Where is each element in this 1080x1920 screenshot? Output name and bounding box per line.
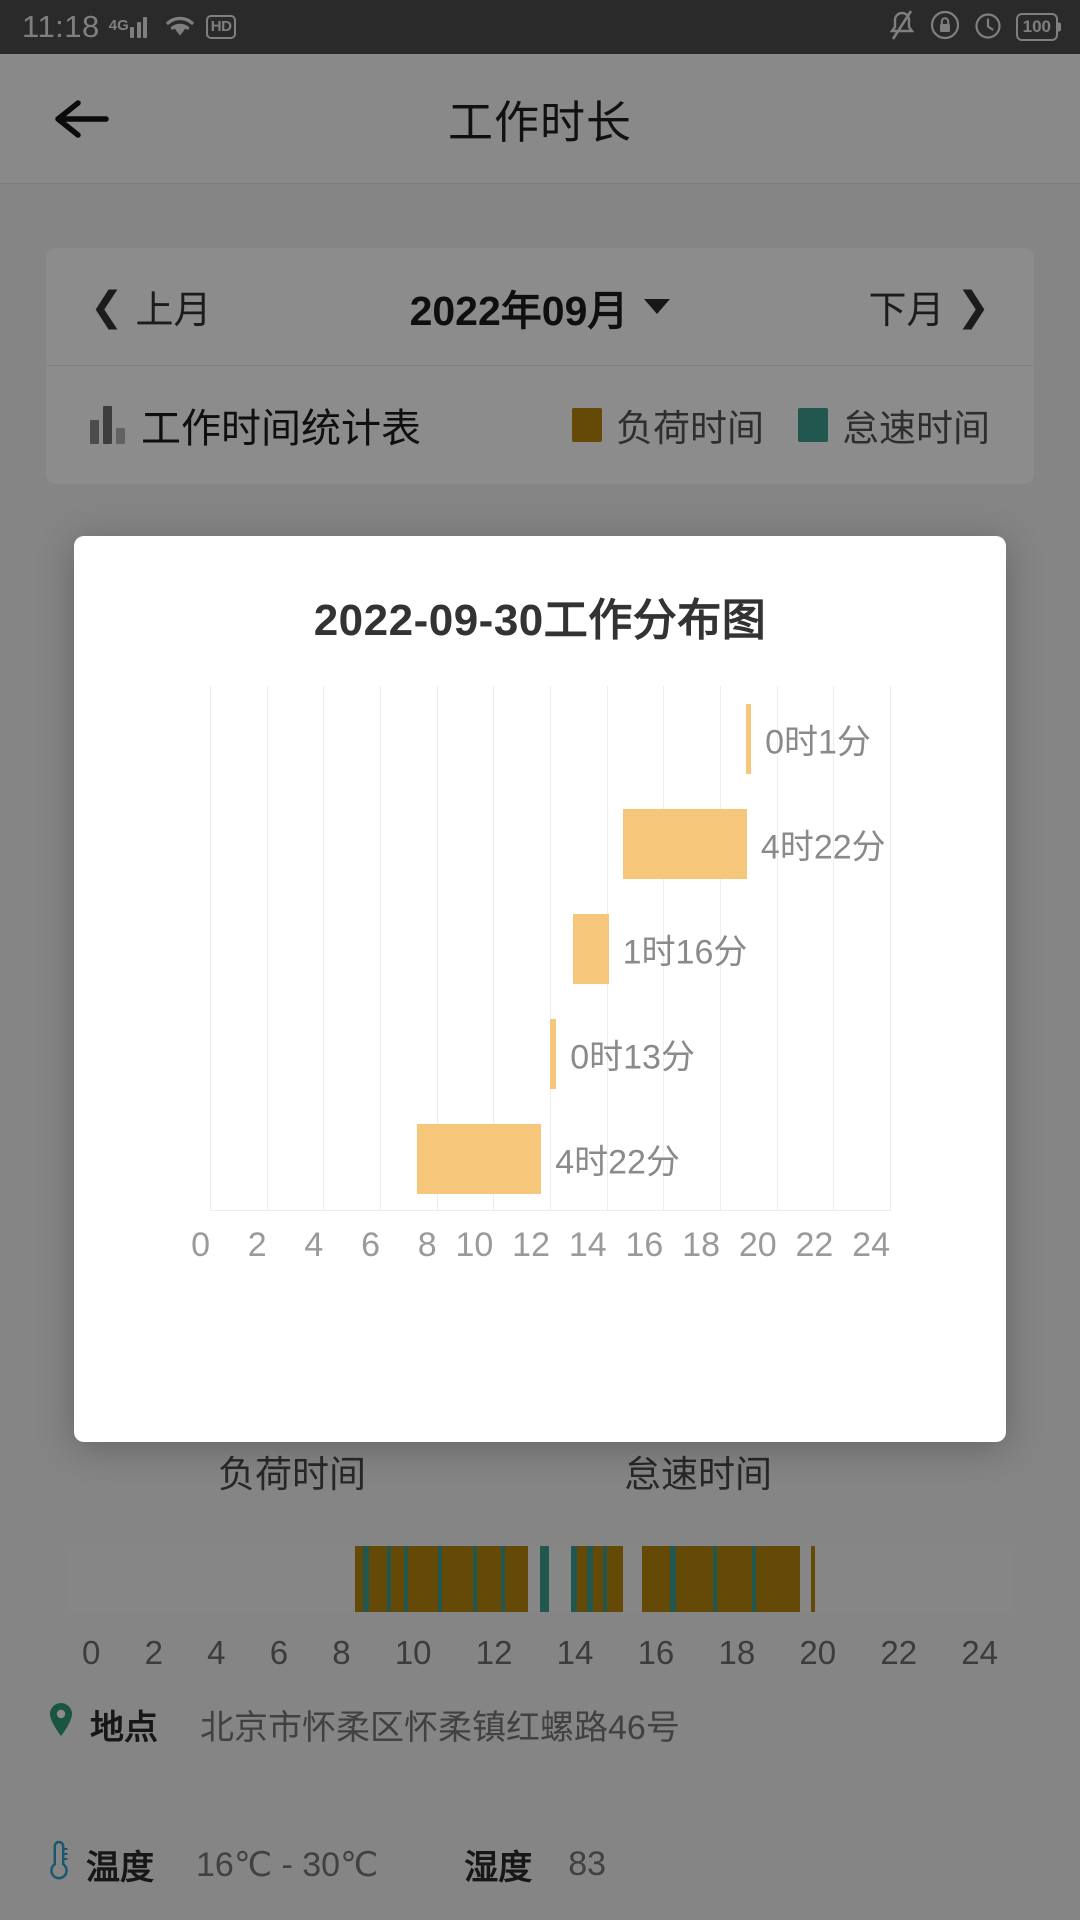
chart-bar-label: 0时1分 <box>765 723 871 761</box>
chart-x-tick-label: 2 <box>247 1226 267 1264</box>
chart-x-tick-label: 20 <box>738 1226 777 1264</box>
chart-gridline <box>266 686 268 1211</box>
work-distribution-dialog: 2022-09-30工作分布图 0时1分 4时22分 1时16分 0时13分 4时22分… <box>74 536 1006 1442</box>
distribution-chart: 0时1分 4时22分 1时16分 0时13分 4时22分 <box>210 686 891 1211</box>
chart-gridline <box>890 686 891 1211</box>
chart-gridline <box>550 686 551 1211</box>
chart-x-tick-label: 6 <box>361 1226 381 1264</box>
chart-x-tick-label: 16 <box>625 1226 664 1264</box>
chart-x-tick-label: 4 <box>304 1226 324 1264</box>
chart-x-tick-label: 24 <box>852 1226 891 1264</box>
chart-bar-label: 4时22分 <box>555 1143 680 1181</box>
chart-bar[interactable] <box>746 703 752 774</box>
chart-gridline <box>380 686 381 1211</box>
chart-gridline <box>776 686 778 1211</box>
chart-bar-label: 4时22分 <box>760 828 886 866</box>
chart-gridline <box>833 686 835 1211</box>
chart-x-tick-label: 14 <box>568 1226 607 1264</box>
chart-x-tick-label: 0 <box>191 1226 211 1264</box>
chart-bar[interactable] <box>623 808 747 879</box>
phone-screen: 11:18 4G HD 100 工作时长 ❮ 上月 2022年09月 下月 ❯ … <box>0 0 1080 1920</box>
chart-gridline <box>323 686 325 1211</box>
chart-bar-label: 1时16分 <box>622 933 748 971</box>
chart-x-tick-label: 8 <box>417 1226 437 1264</box>
dialog-title: 2022-09-30工作分布图 <box>313 596 767 645</box>
chart-bar[interactable] <box>417 1123 542 1194</box>
chart-bar[interactable] <box>572 913 609 984</box>
chart-bar-label: 0时13分 <box>570 1038 695 1076</box>
chart-x-tick-label: 18 <box>682 1226 721 1264</box>
chart-x-tick-label: 10 <box>455 1226 494 1264</box>
chart-gridline <box>210 686 211 1211</box>
chart-bar[interactable] <box>550 1018 557 1089</box>
chart-x-tick-label: 22 <box>795 1226 834 1264</box>
chart-x-tick-label: 12 <box>512 1226 551 1264</box>
